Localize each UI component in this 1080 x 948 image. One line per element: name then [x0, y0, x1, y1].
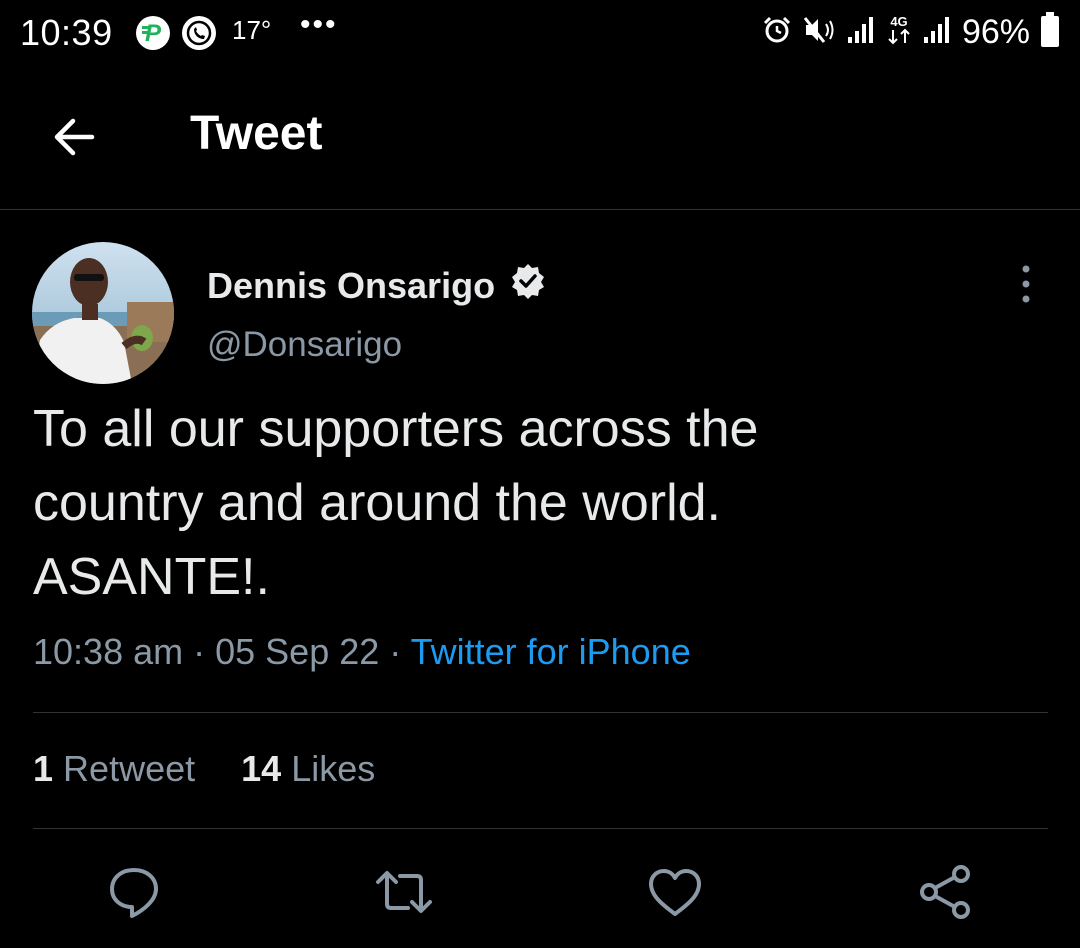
- status-temperature: 17°: [232, 15, 272, 45]
- signal-icon: [922, 15, 952, 50]
- like-button[interactable]: [645, 862, 705, 922]
- svg-text:4G: 4G: [890, 14, 907, 29]
- retweet-label: Retweet: [63, 748, 196, 789]
- like-icon: [649, 869, 701, 916]
- 4g-icon: 4G: [886, 13, 912, 52]
- page-title: Tweet: [190, 107, 323, 160]
- author-name-text: Dennis Onsarigo: [207, 264, 496, 306]
- battery-icon: [1040, 11, 1060, 53]
- tweet-stats: 1 Retweet 14 Likes: [33, 748, 375, 790]
- battery-percent: 96%: [961, 12, 1030, 51]
- retweet-count-link[interactable]: 1 Retweet: [33, 748, 205, 789]
- meta-separator: ·: [379, 631, 411, 672]
- like-count: 14: [241, 748, 282, 789]
- share-button[interactable]: [915, 862, 975, 922]
- retweet-count: 1: [33, 748, 54, 789]
- reply-icon: [110, 868, 158, 918]
- tweet-time: 10:38 am: [33, 631, 184, 672]
- divider: [33, 712, 1048, 713]
- back-button[interactable]: [48, 110, 102, 164]
- verified-badge-icon: [509, 262, 547, 309]
- tweet-source-link[interactable]: Twitter for iPhone: [411, 631, 691, 672]
- divider: [33, 828, 1048, 829]
- whatsapp-icon: [182, 16, 216, 50]
- meta-separator: ·: [183, 631, 216, 672]
- pesa-app-icon: P: [136, 16, 170, 50]
- avatar[interactable]: [32, 242, 174, 384]
- retweet-button[interactable]: [374, 862, 434, 922]
- more-options-button[interactable]: [1008, 264, 1044, 304]
- more-vertical-icon: [1022, 265, 1030, 303]
- header: Tweet: [0, 66, 1080, 210]
- retweet-icon: [376, 871, 432, 913]
- mute-icon: [802, 15, 836, 50]
- share-icon: [920, 865, 970, 919]
- status-more-notifications: •••: [300, 8, 338, 41]
- status-right-group: 4G 96%: [762, 11, 1060, 53]
- status-time: 10:39: [20, 12, 113, 53]
- arrow-left-icon: [54, 118, 95, 156]
- like-count-link[interactable]: 14 Likes: [241, 748, 375, 789]
- status-bar: 10:39 P 17° ••• 4G 96%: [0, 0, 1080, 66]
- like-label: Likes: [291, 748, 376, 789]
- tweet-meta: 10:38 am · 05 Sep 22 · Twitter for iPhon…: [33, 631, 691, 673]
- tweet-date: 05 Sep 22: [215, 631, 380, 672]
- author-name[interactable]: Dennis Onsarigo: [207, 262, 547, 309]
- author-handle[interactable]: @Donsarigo: [207, 325, 402, 365]
- alarm-icon: [762, 15, 792, 50]
- signal-icon: [846, 15, 876, 50]
- profile-photo: [32, 242, 174, 384]
- tweet-text: To all our supporters across the country…: [33, 400, 759, 606]
- reply-button[interactable]: [104, 862, 164, 922]
